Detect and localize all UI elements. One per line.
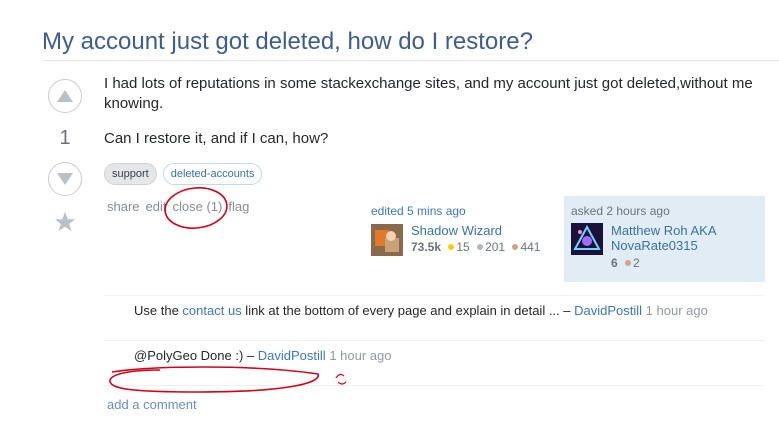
edited-time[interactable]: edited 5 mins ago xyxy=(371,204,551,218)
tag-deleted-accounts[interactable]: deleted-accounts xyxy=(162,163,263,185)
add-comment-link[interactable]: add a comment xyxy=(107,397,197,412)
flag-link[interactable]: flag xyxy=(228,199,249,214)
tag-list: support deleted-accounts xyxy=(104,163,263,185)
owner-name-line2[interactable]: NovaRate0315 xyxy=(611,238,717,253)
gold-badge-icon xyxy=(448,244,455,251)
asked-time[interactable]: asked 2 hours ago xyxy=(571,204,670,218)
editor-silver-count: 201 xyxy=(485,240,506,254)
comment-user[interactable]: DavidPostill xyxy=(574,303,642,318)
editor-gold-count: 15 xyxy=(456,240,470,254)
vote-count: 1 xyxy=(59,127,71,149)
owner-bronze-count: 2 xyxy=(633,256,640,270)
body-paragraph: I had lots of reputations in some stacke… xyxy=(104,75,753,112)
post-menu: share edit close (1) flag xyxy=(107,199,249,214)
silver-badge-icon xyxy=(477,244,484,251)
favorite-star-icon[interactable] xyxy=(54,211,76,233)
editor-name[interactable]: Shadow Wizard xyxy=(411,223,540,238)
comment-text: Use the xyxy=(134,303,183,318)
bronze-badge-icon xyxy=(512,244,519,251)
title-divider xyxy=(42,60,779,61)
editor-reputation: 73.5k xyxy=(411,240,442,254)
contact-us-link[interactable]: contact us xyxy=(182,303,241,318)
comment-divider xyxy=(104,295,764,296)
downvote-button[interactable] xyxy=(48,162,82,196)
comment-time[interactable]: 1 hour ago xyxy=(646,303,708,318)
downvote-icon xyxy=(57,173,73,185)
owner-avatar[interactable] xyxy=(571,223,603,255)
editor-avatar[interactable] xyxy=(371,224,403,256)
tag-support[interactable]: support xyxy=(104,163,157,185)
comment: @PolyGeo Done :) – DavidPostill 1 hour a… xyxy=(134,348,391,363)
close-link[interactable]: close (1) xyxy=(173,199,223,214)
editor-bronze-count: 441 xyxy=(520,240,541,254)
comment-divider xyxy=(104,340,764,341)
question-title[interactable]: My account just got deleted, how do I re… xyxy=(42,28,533,56)
comment-time[interactable]: 1 hour ago xyxy=(329,348,391,363)
upvote-icon xyxy=(57,90,73,102)
comment: Use the contact us link at the bottom of… xyxy=(134,303,708,318)
edit-link[interactable]: edit xyxy=(146,199,167,214)
bronze-badge-icon xyxy=(625,260,632,267)
owner-signature: asked 2 hours ago Matthew Roh AKA NovaRa… xyxy=(564,196,765,282)
question-body: I had lots of reputations in some stacke… xyxy=(104,74,754,164)
body-paragraph: Can I restore it, and if I can, how? xyxy=(104,130,329,147)
comment-text: link at the bottom of every page and exp… xyxy=(241,303,575,318)
comment-divider xyxy=(104,385,764,386)
editor-signature: edited 5 mins ago Shadow Wizard 73.5k 15… xyxy=(371,204,551,262)
owner-name-line1[interactable]: Matthew Roh AKA xyxy=(611,223,717,238)
share-link[interactable]: share xyxy=(107,199,140,214)
owner-reputation: 6 xyxy=(611,256,618,270)
upvote-button[interactable] xyxy=(48,79,82,113)
comment-user[interactable]: DavidPostill xyxy=(258,348,326,363)
comment-text: @PolyGeo Done :) – xyxy=(134,348,258,363)
